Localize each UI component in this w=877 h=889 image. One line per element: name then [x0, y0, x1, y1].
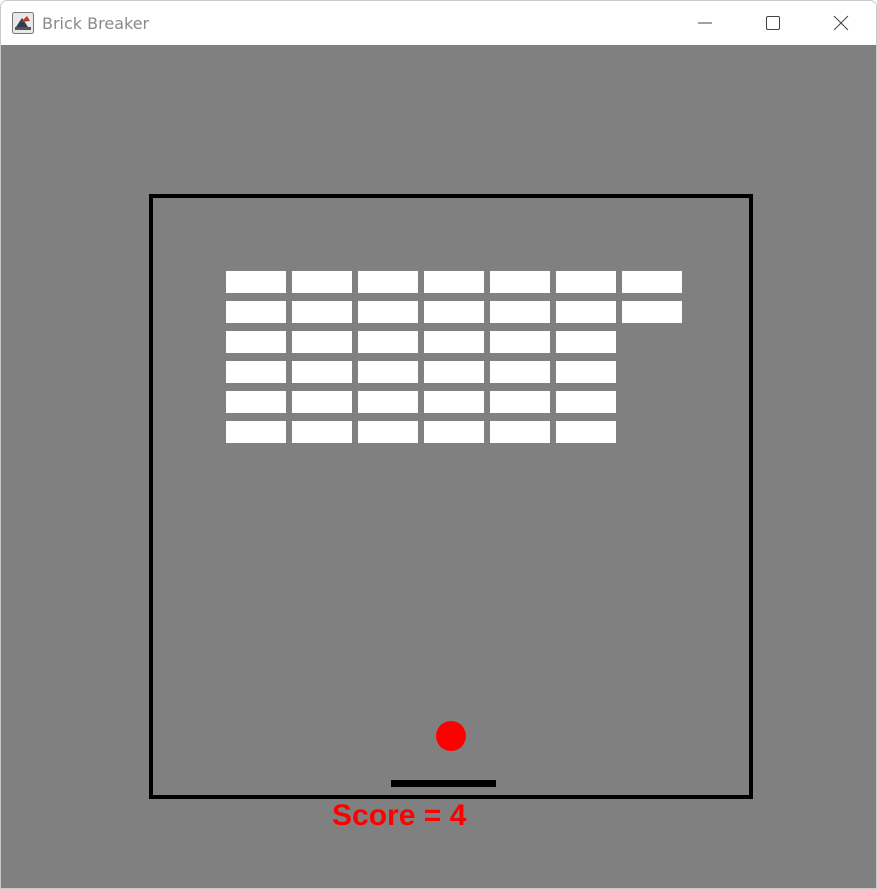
brick: [424, 421, 484, 443]
brick: [358, 391, 418, 413]
maximize-icon: [766, 16, 780, 30]
brick: [292, 421, 352, 443]
brick: [226, 421, 286, 443]
brick: [226, 361, 286, 383]
brick: [424, 361, 484, 383]
brick: [292, 301, 352, 323]
minimize-button[interactable]: [671, 1, 739, 45]
brick: [292, 391, 352, 413]
brick: [424, 331, 484, 353]
close-icon: [833, 15, 849, 31]
brick: [226, 271, 286, 293]
brick: [424, 301, 484, 323]
game-window: Brick Breaker Score = 4: [0, 0, 877, 889]
brick: [226, 301, 286, 323]
brick: [556, 271, 616, 293]
window-title: Brick Breaker: [42, 14, 150, 33]
title-bar[interactable]: Brick Breaker: [1, 1, 876, 45]
game-canvas[interactable]: Score = 4: [1, 45, 876, 889]
brick: [490, 331, 550, 353]
brick: [226, 331, 286, 353]
java-coffee-icon: [12, 12, 34, 34]
brick: [556, 421, 616, 443]
brick: [622, 271, 682, 293]
brick: [490, 301, 550, 323]
brick: [358, 271, 418, 293]
brick: [490, 421, 550, 443]
brick: [358, 301, 418, 323]
brick: [424, 271, 484, 293]
brick: [556, 301, 616, 323]
brick: [358, 361, 418, 383]
brick: [226, 391, 286, 413]
paddle[interactable]: [391, 780, 496, 787]
brick: [292, 361, 352, 383]
brick: [358, 421, 418, 443]
brick: [490, 361, 550, 383]
score-label: Score = 4: [332, 799, 467, 832]
brick: [556, 391, 616, 413]
brick: [622, 301, 682, 323]
brick: [292, 331, 352, 353]
minimize-icon: [698, 22, 712, 24]
brick: [556, 331, 616, 353]
brick: [424, 391, 484, 413]
brick: [358, 331, 418, 353]
game-area[interactable]: Score = 4: [1, 45, 876, 889]
brick: [490, 271, 550, 293]
brick: [490, 391, 550, 413]
brick: [556, 361, 616, 383]
maximize-button[interactable]: [739, 1, 807, 45]
ball: [436, 721, 466, 751]
close-button[interactable]: [807, 1, 875, 45]
brick: [292, 271, 352, 293]
brick-grid: [226, 271, 682, 443]
